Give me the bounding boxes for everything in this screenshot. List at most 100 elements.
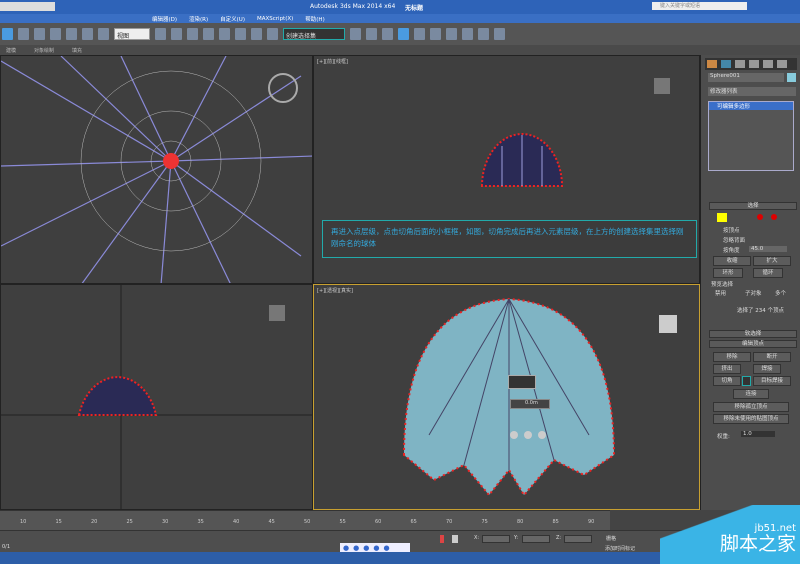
pen-icon[interactable]: ● <box>373 544 379 552</box>
snap-icon[interactable] <box>203 28 214 40</box>
menu-edit[interactable]: 编辑器(D) <box>152 15 177 23</box>
key-icon[interactable] <box>440 535 444 543</box>
schematic-view-icon[interactable] <box>430 28 441 40</box>
remove-unused-map-button[interactable]: 移除未使用的贴图顶点 <box>713 414 789 424</box>
settings-icon[interactable]: ● <box>383 544 389 552</box>
by-vertex-checkbox[interactable]: 按顶点 <box>723 226 740 234</box>
manipulate-icon[interactable] <box>171 28 182 40</box>
rect-select-icon[interactable] <box>34 28 45 40</box>
rotate-icon[interactable] <box>82 28 93 40</box>
reference-coord-dropdown[interactable]: 视图 <box>114 28 150 40</box>
x-coord-field[interactable] <box>482 535 510 543</box>
grow-button[interactable]: 扩大 <box>753 256 791 266</box>
object-name-field[interactable]: Sphere001 <box>708 73 784 82</box>
timeline[interactable]: 10 15 20 25 30 35 40 45 50 55 60 65 70 75 80 85 90 <box>0 510 610 530</box>
menu-customize[interactable]: 自定义(U) <box>220 15 245 23</box>
material-editor-icon[interactable] <box>446 28 457 40</box>
chamfer-amount-field[interactable]: 0.0m <box>510 399 550 409</box>
menu-help[interactable]: 帮助(H) <box>305 15 324 23</box>
move-icon[interactable] <box>66 28 77 40</box>
display-tab-icon[interactable] <box>763 60 773 68</box>
select-by-name-icon[interactable] <box>18 28 29 40</box>
layer-icon[interactable] <box>382 28 393 40</box>
cancel-icon[interactable] <box>538 431 546 439</box>
weld-button[interactable]: 焊接 <box>753 364 781 374</box>
preview-multi-radio[interactable]: 多个 <box>775 289 786 297</box>
add-time-tag[interactable]: 添加时间标记 <box>605 545 635 552</box>
chamfer-caddy[interactable] <box>508 375 536 389</box>
viewport-top[interactable] <box>0 55 313 284</box>
scene-explorer-icon[interactable] <box>398 28 409 40</box>
soft-selection-rollout[interactable]: 软选择 <box>709 330 797 338</box>
hierarchy-tab-icon[interactable] <box>735 60 745 68</box>
connect-button[interactable]: 连接 <box>733 389 769 399</box>
rendered-frame-icon[interactable] <box>478 28 489 40</box>
render-icon[interactable] <box>494 28 505 40</box>
z-coord-field[interactable] <box>564 535 592 543</box>
menu-render[interactable]: 渲染(R) <box>189 15 208 23</box>
preview-disabled-radio[interactable]: 禁用 <box>715 289 726 297</box>
command-panel: Sphere001 修改器列表 可编辑多边形 选择 按顶点 忽略背面 按角度 4… <box>700 55 800 510</box>
scale-icon[interactable] <box>98 28 109 40</box>
ignore-backfacing-checkbox[interactable]: 忽略背面 <box>723 236 745 244</box>
weight-field[interactable]: 1.0 <box>741 431 775 437</box>
remove-isolated-button[interactable]: 移除孤立顶点 <box>713 402 789 412</box>
break-button[interactable]: 断开 <box>753 352 791 362</box>
timeline-tick: 75 <box>481 519 488 525</box>
apply-icon[interactable] <box>524 431 532 439</box>
by-angle-checkbox[interactable]: 按角度 <box>723 246 740 254</box>
lock-icon[interactable] <box>452 535 458 543</box>
modify-tab-icon[interactable] <box>721 60 731 68</box>
select-icon[interactable] <box>2 28 13 40</box>
spinner-snap-icon[interactable] <box>251 28 262 40</box>
y-coord-field[interactable] <box>522 535 550 543</box>
motion-tab-icon[interactable] <box>749 60 759 68</box>
border-mode-icon[interactable] <box>757 214 763 220</box>
pivot-icon[interactable] <box>155 28 166 40</box>
chamfer-settings-icon[interactable] <box>742 376 751 386</box>
ok-icon[interactable] <box>510 431 518 439</box>
ribbon-tab-populate[interactable]: 填充 <box>72 47 82 54</box>
search-input[interactable]: 键入关键字或短语 <box>652 2 747 10</box>
shrink-button[interactable]: 收缩 <box>713 256 751 266</box>
ribbon-tab-modeling[interactable]: 建模 <box>6 47 16 54</box>
preview-subobject-radio[interactable]: 子对象 <box>745 289 762 297</box>
named-selection-dropdown[interactable]: 创建选择集 <box>283 28 345 40</box>
selection-rollout[interactable]: 选择 <box>709 202 797 210</box>
object-color-swatch[interactable] <box>787 73 796 82</box>
window-crossing-icon[interactable] <box>50 28 61 40</box>
workspace-dropdown[interactable] <box>0 2 55 11</box>
element-mode-icon[interactable] <box>771 214 777 220</box>
remove-button[interactable]: 移除 <box>713 352 751 362</box>
orbit-icon[interactable]: ● <box>363 544 369 552</box>
keyboard-shortcut-icon[interactable] <box>187 28 198 40</box>
center-icon[interactable]: ● <box>353 544 359 552</box>
edit-named-selection-icon[interactable] <box>267 28 278 40</box>
stack-item[interactable]: 可编辑多边形 <box>709 102 793 110</box>
vertex-mode-icon[interactable] <box>717 213 727 222</box>
angle-snap-icon[interactable] <box>219 28 230 40</box>
modifier-list-dropdown[interactable]: 修改器列表 <box>708 87 796 96</box>
timeline-tick: 45 <box>268 519 275 525</box>
utilities-tab-icon[interactable] <box>777 60 787 68</box>
target-weld-button[interactable]: 目标焊接 <box>753 376 791 386</box>
align-icon[interactable] <box>366 28 377 40</box>
extrude-button[interactable]: 挤出 <box>713 364 741 374</box>
create-tab-icon[interactable] <box>707 60 717 68</box>
render-setup-icon[interactable] <box>462 28 473 40</box>
menu-maxscript[interactable]: MAXScript(X) <box>257 16 293 22</box>
y-label: Y: <box>514 535 519 541</box>
loop-button[interactable]: 循环 <box>753 268 783 278</box>
curve-editor-icon[interactable] <box>414 28 425 40</box>
ribbon-tab-object-paint[interactable]: 对象绘制 <box>34 47 54 54</box>
ring-button[interactable]: 环形 <box>713 268 743 278</box>
mirror-icon[interactable] <box>350 28 361 40</box>
edit-vertices-rollout[interactable]: 编辑顶点 <box>709 340 797 348</box>
viewport-perspective[interactable]: [+][透视][真实] 0.0m <box>313 284 700 510</box>
chamfer-button[interactable]: 切角 <box>713 376 741 386</box>
paw-icon[interactable]: ● <box>343 544 349 552</box>
percent-snap-icon[interactable] <box>235 28 246 40</box>
title-bar: Autodesk 3ds Max 2014 x64 无标题 键入关键字或短语 <box>0 0 800 14</box>
angle-field[interactable]: 45.0 <box>749 246 787 252</box>
viewport-left[interactable] <box>0 284 313 510</box>
